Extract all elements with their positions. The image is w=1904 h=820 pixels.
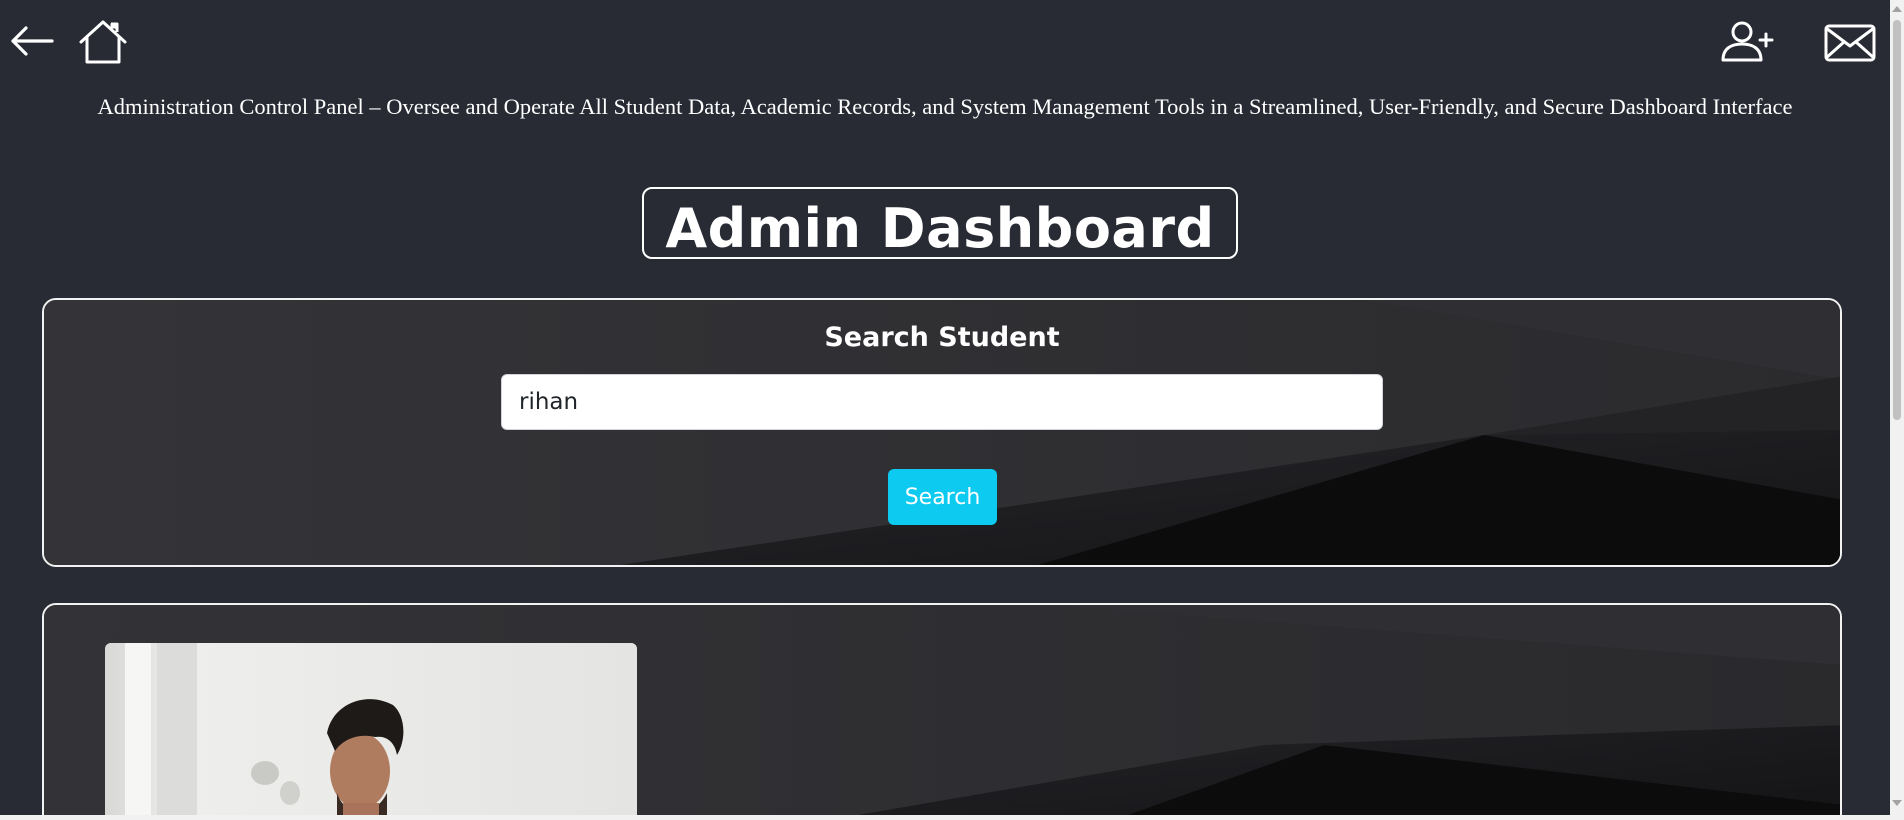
person-plus-icon xyxy=(1720,20,1776,64)
scroll-down-arrow-icon[interactable] xyxy=(1892,800,1902,806)
scroll-thumb[interactable] xyxy=(1893,20,1901,420)
envelope-icon xyxy=(1822,20,1878,64)
page: Administration Control Panel – Oversee a… xyxy=(0,0,1890,815)
horizontal-scrollbar[interactable] xyxy=(0,815,1904,820)
search-panel: Search Student Search xyxy=(42,298,1842,567)
search-button[interactable]: Search xyxy=(888,469,997,525)
student-photo xyxy=(105,643,637,815)
arrow-left-icon xyxy=(8,20,56,60)
search-heading: Search Student xyxy=(824,322,1060,353)
page-subtitle: Administration Control Panel – Oversee a… xyxy=(97,94,1793,119)
add-user-button[interactable] xyxy=(1720,20,1776,64)
page-title-box: Admin Dashboard xyxy=(642,187,1238,260)
page-title: Admin Dashboard xyxy=(665,197,1215,260)
vertical-scrollbar[interactable] xyxy=(1890,0,1904,815)
back-button[interactable] xyxy=(8,20,56,60)
scroll-up-arrow-icon[interactable] xyxy=(1892,6,1902,12)
search-input[interactable] xyxy=(501,374,1383,430)
student-result-panel xyxy=(42,603,1842,815)
mail-button[interactable] xyxy=(1822,20,1878,64)
home-button[interactable] xyxy=(78,20,128,64)
home-icon xyxy=(78,20,128,64)
